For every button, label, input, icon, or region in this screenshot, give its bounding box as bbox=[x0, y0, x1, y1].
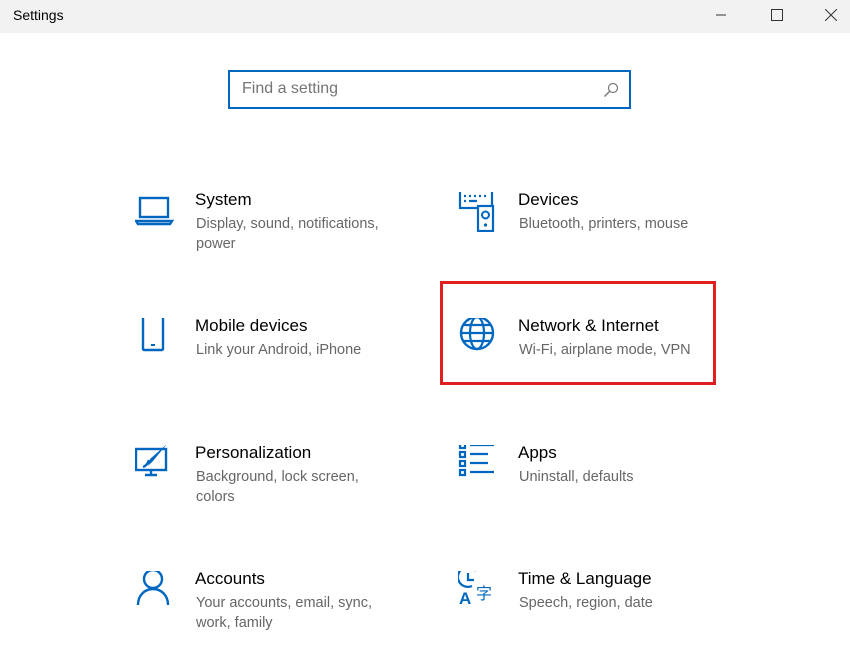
category-title: Network & Internet bbox=[518, 316, 659, 336]
category-desc: Uninstall, defaults bbox=[519, 467, 719, 487]
apps-list-icon bbox=[458, 445, 498, 485]
globe-icon bbox=[458, 318, 498, 358]
category-desc: Display, sound, notifications, power bbox=[196, 214, 396, 254]
category-desc: Your accounts, email, sync, work, family bbox=[196, 593, 396, 633]
category-desc: Background, lock screen, colors bbox=[196, 467, 396, 507]
maximize-button[interactable] bbox=[754, 0, 800, 30]
svg-text:A: A bbox=[459, 589, 471, 608]
category-title: Personalization bbox=[195, 443, 311, 463]
phone-icon bbox=[135, 318, 175, 358]
category-title: Mobile devices bbox=[195, 316, 307, 336]
category-apps[interactable]: Apps Uninstall, defaults bbox=[458, 443, 738, 533]
category-desc: Wi-Fi, airplane mode, VPN bbox=[519, 340, 719, 360]
category-personalization[interactable]: Personalization Background, lock screen,… bbox=[135, 443, 415, 533]
title-bar: Settings bbox=[0, 0, 850, 33]
search-icon[interactable] bbox=[603, 82, 619, 98]
category-time-language[interactable]: A字 Time & Language Speech, region, date bbox=[458, 569, 738, 659]
category-desc: Link your Android, iPhone bbox=[196, 340, 396, 360]
time-language-icon: A字 bbox=[458, 571, 498, 611]
category-desc: Speech, region, date bbox=[519, 593, 719, 613]
maximize-icon bbox=[771, 9, 783, 21]
category-title: System bbox=[195, 190, 252, 210]
close-icon bbox=[825, 9, 837, 21]
laptop-icon bbox=[135, 192, 175, 232]
category-mobile-devices[interactable]: Mobile devices Link your Android, iPhone bbox=[135, 316, 415, 406]
paintbrush-icon bbox=[135, 445, 175, 485]
search-input[interactable] bbox=[242, 80, 582, 98]
category-title: Devices bbox=[518, 190, 578, 210]
search-box[interactable] bbox=[228, 70, 631, 109]
category-accounts[interactable]: Accounts Your accounts, email, sync, wor… bbox=[135, 569, 415, 659]
minimize-icon bbox=[715, 9, 727, 21]
category-title: Time & Language bbox=[518, 569, 652, 589]
category-title: Apps bbox=[518, 443, 557, 463]
category-network-internet[interactable]: Network & Internet Wi-Fi, airplane mode,… bbox=[458, 316, 738, 406]
window-title: Settings bbox=[13, 7, 64, 23]
category-system[interactable]: System Display, sound, notifications, po… bbox=[135, 190, 415, 280]
minimize-button[interactable] bbox=[698, 0, 744, 30]
close-button[interactable] bbox=[808, 0, 850, 30]
category-title: Accounts bbox=[195, 569, 265, 589]
devices-icon bbox=[458, 192, 498, 232]
category-devices[interactable]: Devices Bluetooth, printers, mouse bbox=[458, 190, 738, 280]
person-icon bbox=[135, 571, 175, 611]
svg-text:字: 字 bbox=[476, 584, 492, 603]
category-desc: Bluetooth, printers, mouse bbox=[519, 214, 719, 234]
